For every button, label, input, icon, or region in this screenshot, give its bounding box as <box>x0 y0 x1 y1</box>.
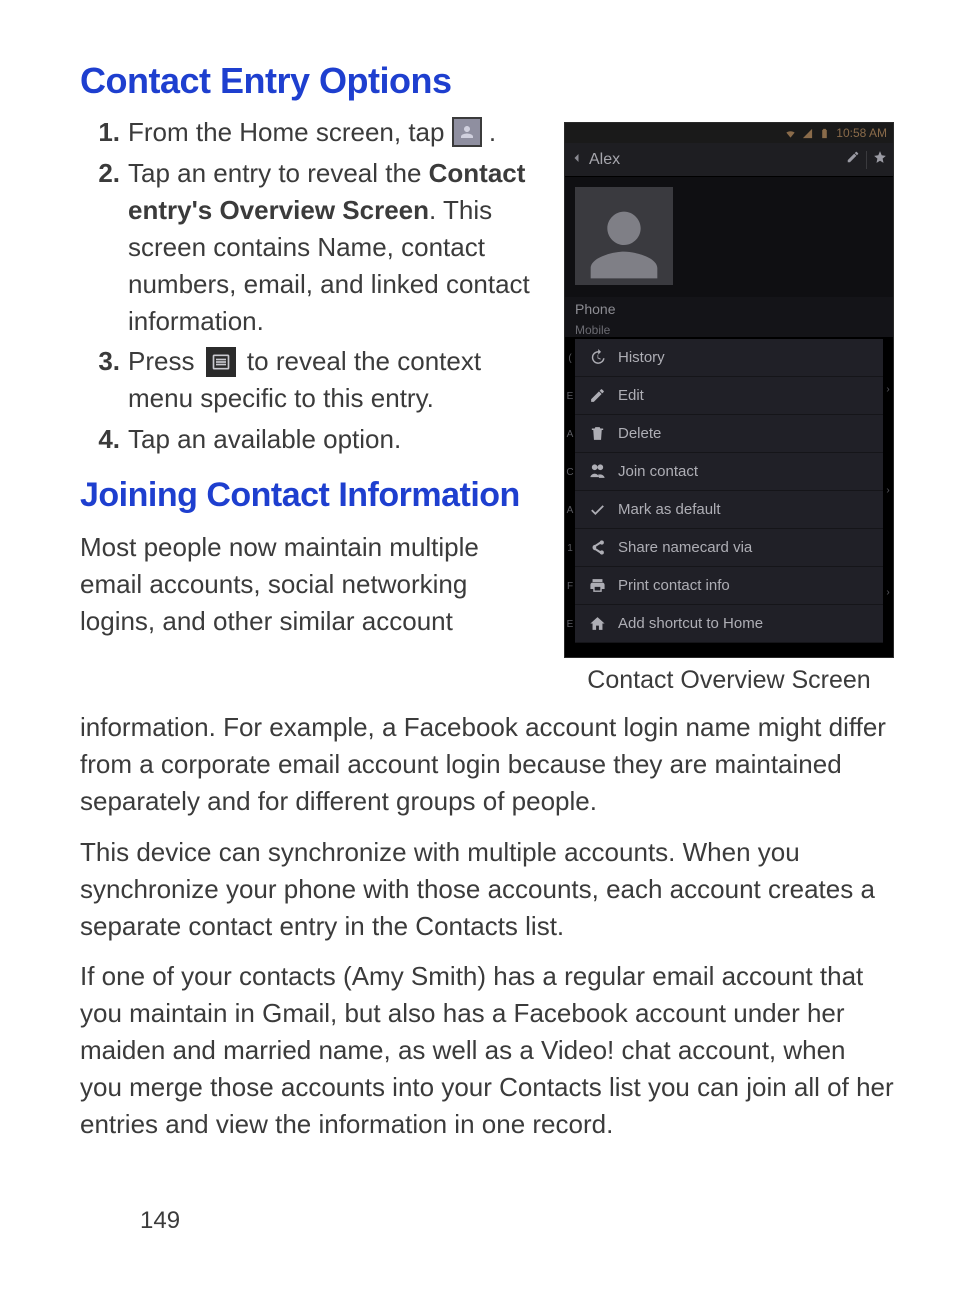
step-3-text-pre: Press <box>128 346 202 376</box>
context-menu: (EACA1FE ››› History Edit Delete Join co… <box>575 339 883 643</box>
step-2-text-pre: Tap an entry to reveal the <box>128 158 429 188</box>
step-1-text-pre: From the Home screen, tap <box>128 117 452 147</box>
menu-button-icon <box>206 347 236 377</box>
menu-item-mark-default[interactable]: Mark as default <box>575 491 883 529</box>
section-phone-label: Phone <box>565 297 893 321</box>
avatar-area <box>565 177 893 297</box>
section-mobile-label: Mobile <box>565 321 893 337</box>
phone-screenshot: 10:58 AM Alex Phone Mobile (EACA1FE ››› <box>564 122 894 658</box>
menu-item-share[interactable]: Share namecard via <box>575 529 883 567</box>
screenshot-caption: Contact Overview Screen <box>564 666 894 695</box>
step-3-number: 3. <box>80 343 120 380</box>
battery-icon <box>819 128 830 139</box>
menu-item-delete-label: Delete <box>618 425 661 442</box>
menu-item-mark-label: Mark as default <box>618 501 721 518</box>
index-letters-left: (EACA1FE <box>565 339 575 643</box>
menu-item-print[interactable]: Print contact info <box>575 567 883 605</box>
menu-item-join-label: Join contact <box>618 463 698 480</box>
step-4-number: 4. <box>80 421 120 458</box>
contacts-app-icon <box>452 117 482 147</box>
wifi-icon <box>785 128 796 139</box>
index-letters-right: ››› <box>883 339 893 643</box>
menu-item-edit[interactable]: Edit <box>575 377 883 415</box>
check-icon <box>589 501 606 518</box>
menu-item-print-label: Print contact info <box>618 577 730 594</box>
edit-title-icon[interactable] <box>846 150 860 169</box>
step-4: 4. Tap an available option. <box>128 421 534 458</box>
menu-item-shortcut[interactable]: Add shortcut to Home <box>575 605 883 643</box>
menu-item-share-label: Share namecard via <box>618 539 752 556</box>
avatar-placeholder <box>575 187 673 285</box>
status-time: 10:58 AM <box>836 126 887 140</box>
step-2-number: 2. <box>80 155 120 192</box>
signal-icon <box>802 128 813 139</box>
menu-item-history-label: History <box>618 349 665 366</box>
title-bar: Alex <box>565 143 893 177</box>
edit-icon <box>589 387 606 404</box>
heading-joining-contact-information: Joining Contact Information <box>80 476 534 515</box>
print-icon <box>589 577 606 594</box>
joining-paragraph-3: If one of your contacts (Amy Smith) has … <box>80 958 894 1143</box>
menu-item-history[interactable]: History <box>575 339 883 377</box>
step-4-text: Tap an available option. <box>128 424 401 454</box>
favorite-star-icon[interactable] <box>873 150 887 169</box>
step-1-text-post: . <box>489 117 496 147</box>
back-button[interactable] <box>571 151 583 169</box>
contact-name-title: Alex <box>589 151 840 169</box>
heading-contact-entry-options: Contact Entry Options <box>80 60 894 102</box>
delete-icon <box>589 425 606 442</box>
joining-paragraph-2: This device can synchronize with multipl… <box>80 834 894 945</box>
step-1-number: 1. <box>80 114 120 151</box>
menu-item-edit-label: Edit <box>618 387 644 404</box>
page-number: 149 <box>140 1207 180 1235</box>
menu-item-join[interactable]: Join contact <box>575 453 883 491</box>
joining-paragraph-left: Most people now maintain multiple email … <box>80 529 534 640</box>
home-icon <box>589 615 606 632</box>
history-icon <box>589 349 606 366</box>
step-2: 2. Tap an entry to reveal the Contact en… <box>128 155 534 340</box>
join-icon <box>589 463 606 480</box>
menu-item-delete[interactable]: Delete <box>575 415 883 453</box>
title-divider <box>866 151 867 169</box>
step-1: 1. From the Home screen, tap . <box>128 114 534 151</box>
joining-paragraph-1: information. For example, a Facebook acc… <box>80 709 894 820</box>
share-icon <box>589 539 606 556</box>
status-bar: 10:58 AM <box>565 123 893 143</box>
menu-item-shortcut-label: Add shortcut to Home <box>618 615 763 632</box>
step-3: 3. Press to reveal the context menu spec… <box>128 343 534 417</box>
